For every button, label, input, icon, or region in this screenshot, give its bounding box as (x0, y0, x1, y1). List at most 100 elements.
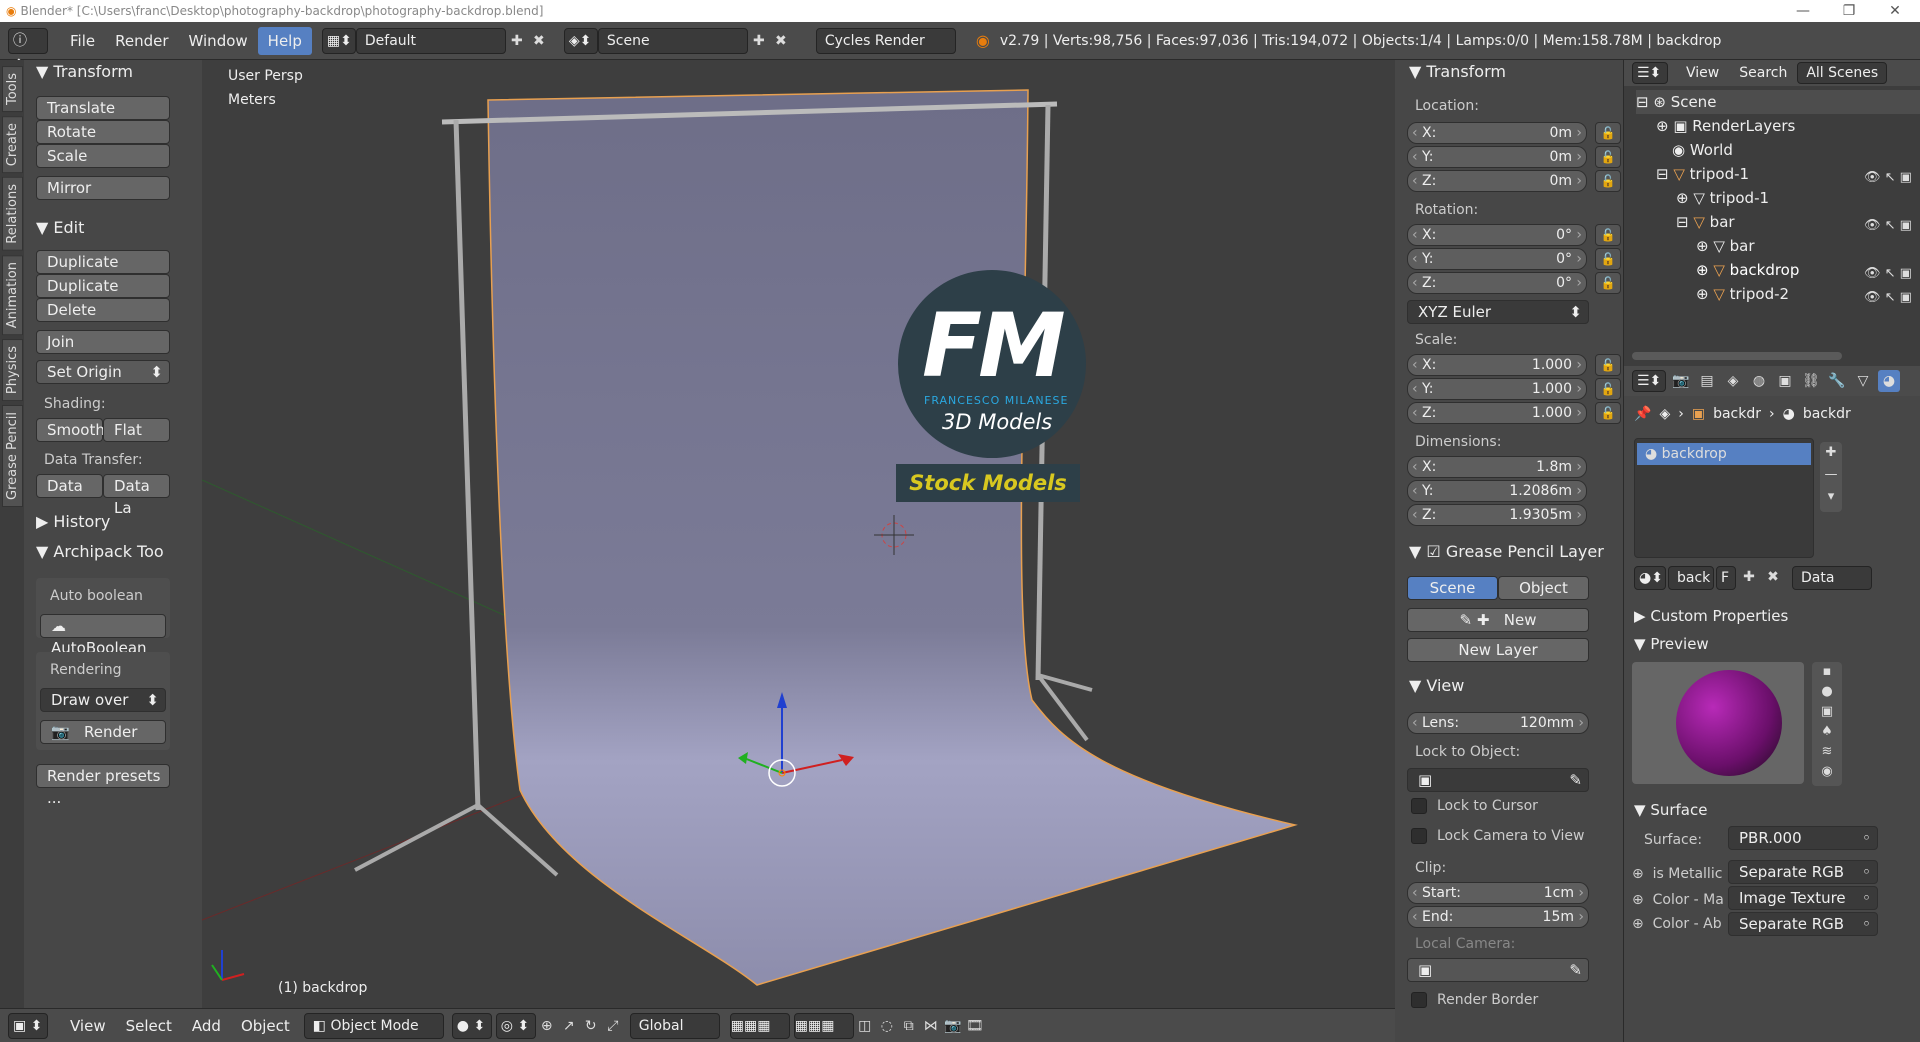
lock-object-field[interactable]: ▣ ✎ (1407, 768, 1589, 792)
transform-panel-header[interactable]: ▼ Transform (36, 60, 133, 84)
object-tab-icon[interactable]: ▣ (1774, 370, 1796, 392)
tree-row-tripod-2[interactable]: ⊕ ▽ tripod-2 (1696, 282, 1789, 306)
tree-row-tripod-1[interactable]: ⊟ ▽ tripod-1 (1656, 162, 1749, 186)
lock-to-cursor-checkbox[interactable] (1411, 798, 1427, 814)
rotation-y-field[interactable]: Y:0° (1407, 248, 1587, 270)
archipack-panel-header[interactable]: ▼ Archipack Too (36, 540, 164, 564)
is-metallic-select[interactable]: Separate RGB ◦ (1728, 860, 1878, 884)
draw-over-select[interactable]: Draw over ⬍ (40, 688, 166, 712)
custom-properties-header[interactable]: ▶ Custom Properties (1634, 604, 1788, 628)
slot-buttons[interactable]: ✚ — ▾ (1820, 442, 1842, 512)
duplicate-button[interactable]: Duplicate (36, 250, 170, 274)
outliner-view-menu[interactable]: View (1676, 59, 1729, 87)
translate-button[interactable]: Translate (36, 96, 170, 120)
outliner-search-menu[interactable]: Search (1729, 59, 1797, 87)
duplicate-linked-button[interactable]: Duplicate Linked (36, 274, 170, 317)
clip-start-field[interactable]: Start:1cm (1407, 882, 1589, 904)
tab-tools[interactable]: Tools (2, 66, 23, 113)
tree-row-scene[interactable]: ⊟ ⊛ Scene (1636, 90, 1920, 114)
tab-relations[interactable]: Relations (2, 177, 23, 251)
location-z-field[interactable]: Z:0m (1407, 170, 1587, 192)
tab-grease-pencil[interactable]: Grease Pencil (2, 405, 23, 508)
material-tab-icon[interactable]: ◕ (1878, 370, 1900, 392)
clip-end-field[interactable]: End:15m (1407, 906, 1589, 928)
rotation-z-field[interactable]: Z:0° (1407, 272, 1587, 294)
menu-object[interactable]: Object (231, 1012, 300, 1040)
data-layout-button[interactable]: Data La (103, 474, 170, 517)
flat-button[interactable]: Flat (103, 418, 170, 442)
join-button[interactable]: Join (36, 330, 170, 354)
lock-icon[interactable]: 🔓 (1595, 224, 1621, 246)
lock-icon[interactable]: 🔓 (1595, 354, 1621, 376)
unlink-material-icon[interactable]: ✖ (1762, 566, 1784, 588)
menu-select[interactable]: Select (116, 1012, 182, 1040)
tree-row-bar-mesh[interactable]: ⊕ ▽ bar (1696, 234, 1755, 258)
shading-mode-icon[interactable]: ● ⬍ (451, 1012, 492, 1039)
world-tab-icon[interactable]: ◍ (1748, 370, 1770, 392)
opengl-render-icon[interactable]: 📷 (942, 1015, 964, 1037)
transform-header[interactable]: ▼ Transform (1409, 60, 1506, 84)
menu-add[interactable]: Add (182, 1012, 231, 1040)
visibility-icons[interactable]: 👁 ↖ ▣ 👁 ↖ ▣ 👁 ↖ ▣ 👁 ↖ ▣ (1864, 166, 1912, 310)
edit-panel-header[interactable]: ▼ Edit (36, 216, 84, 240)
lock-camera-checkbox[interactable] (1411, 828, 1427, 844)
pin-icon[interactable]: 📌 (1634, 406, 1651, 422)
manipulator-icon[interactable]: ⊕ (536, 1015, 558, 1037)
gp-new-layer-button[interactable]: New Layer (1407, 638, 1589, 662)
lens-field[interactable]: Lens:120mm (1407, 712, 1589, 734)
snap-icon[interactable]: ⧉ (898, 1015, 920, 1037)
dimension-z-field[interactable]: Z:1.9305m (1407, 504, 1587, 526)
remove-scene-icon[interactable]: ✖ (770, 30, 792, 52)
layers-grid-2[interactable]: ▦▦▦ (793, 1012, 854, 1039)
minimize-icon[interactable]: — (1780, 0, 1826, 22)
scale-button[interactable]: Scale (36, 144, 170, 168)
delete-button[interactable]: Delete (36, 298, 170, 322)
editor-type-button[interactable]: ▣ ⬍ (8, 1012, 48, 1039)
scene-icon[interactable]: ◈⬍ (563, 27, 598, 54)
lock-layers-icon[interactable]: ◫ (854, 1015, 876, 1037)
fake-user-button[interactable]: F (1716, 566, 1736, 590)
scale-y-field[interactable]: Y:1.000 (1407, 378, 1587, 400)
tree-row-renderlayers[interactable]: ⊕ ▣ RenderLayers (1656, 114, 1795, 138)
grease-pencil-header[interactable]: ▼ ☑ Grease Pencil Layer (1409, 540, 1604, 564)
data-tab-icon[interactable]: ▽ (1852, 370, 1874, 392)
render-button[interactable]: 📷 Render (40, 720, 166, 744)
new-material-icon[interactable]: ✚ (1738, 566, 1760, 588)
snap-element-icon[interactable]: ⋈ (920, 1015, 942, 1037)
tree-row-bar[interactable]: ⊟ ▽ bar (1676, 210, 1735, 234)
layers-grid-1[interactable]: ▦▦▦ (729, 1012, 790, 1039)
gp-object-button[interactable]: Object (1498, 576, 1589, 600)
render-layers-tab-icon[interactable]: ▤ (1696, 370, 1718, 392)
material-browse-icon[interactable]: ◕⬍ (1634, 566, 1666, 590)
data-button[interactable]: Data (36, 474, 103, 498)
lock-icon[interactable]: 🔓 (1595, 402, 1621, 424)
orientation-select[interactable]: Global (629, 1012, 720, 1039)
menu-help[interactable]: Help (257, 26, 312, 55)
rotation-x-field[interactable]: X:0° (1407, 224, 1587, 246)
add-scene-icon[interactable]: ✚ (748, 30, 770, 52)
screen-layout-icon[interactable]: ▦⬍ (321, 27, 356, 54)
render-border-checkbox[interactable] (1411, 992, 1427, 1008)
history-panel-header[interactable]: ▶ History (36, 510, 110, 534)
preview-header[interactable]: ▼ Preview (1634, 632, 1709, 656)
scene-field[interactable]: Scene (597, 27, 748, 54)
scale-manip-icon[interactable]: ⤢ (602, 1015, 624, 1037)
surface-select[interactable]: PBR.000 ◦ (1728, 826, 1878, 850)
outliner-filter-select[interactable]: All Scenes (1797, 62, 1888, 84)
render-engine-select[interactable]: Cycles Render (815, 27, 956, 54)
menu-view[interactable]: View (60, 1012, 116, 1040)
set-origin-select[interactable]: Set Origin ⬍ (36, 360, 170, 384)
properties-editor-icon[interactable]: ☰⬍ (1632, 370, 1666, 392)
tree-row-world[interactable]: ◉ World (1672, 138, 1733, 162)
rotate-manip-icon[interactable]: ↻ (580, 1015, 602, 1037)
lock-icon[interactable]: 🔓 (1595, 272, 1621, 294)
mode-select[interactable]: ◧ Object Mode (303, 1012, 444, 1039)
dimension-x-field[interactable]: X:1.8m (1407, 456, 1587, 478)
autoboolean-button[interactable]: ☁ AutoBoolean (40, 614, 166, 657)
menu-file[interactable]: File (60, 27, 105, 55)
material-name-field[interactable]: back (1668, 566, 1714, 590)
gp-new-button[interactable]: ✎ ✚ New (1407, 608, 1589, 632)
link-select[interactable]: Data (1792, 566, 1872, 590)
tree-row-tripod-1-mesh[interactable]: ⊕ ▽ tripod-1 (1676, 186, 1769, 210)
material-slot-backdrop[interactable]: ◕ backdrop (1637, 443, 1811, 465)
